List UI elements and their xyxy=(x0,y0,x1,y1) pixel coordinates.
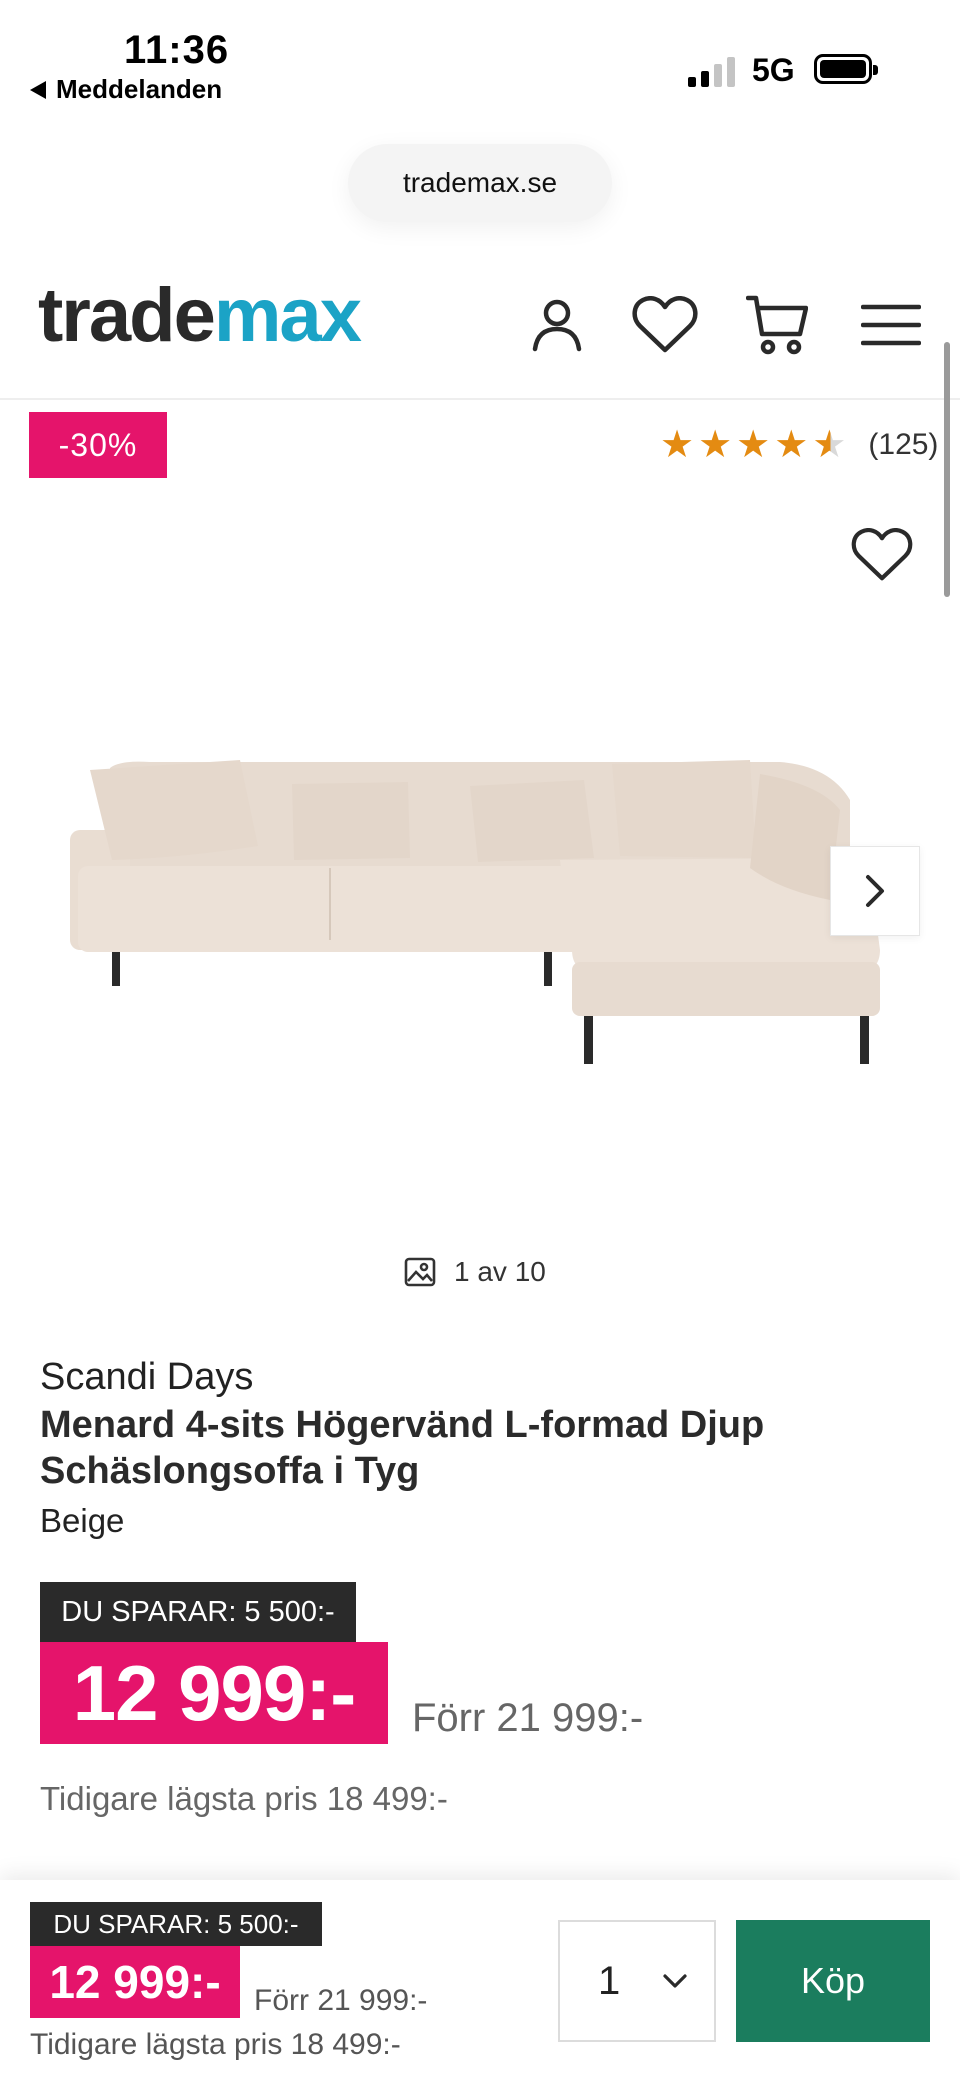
original-price: Förr 21 999:- xyxy=(412,1696,644,1740)
back-triangle-icon xyxy=(30,80,46,99)
lowest-previous-price: Tidigare lägsta pris 18 499:- xyxy=(40,1780,448,1817)
star-full-icon: ★ xyxy=(660,424,695,466)
sofa-pillow xyxy=(90,760,258,860)
image-icon xyxy=(404,1257,436,1287)
chevron-right-icon xyxy=(866,875,884,907)
product-color: Beige xyxy=(40,1502,125,1539)
menu-icon[interactable] xyxy=(856,290,926,360)
quantity-select[interactable]: 1 xyxy=(558,1920,716,2042)
product-image[interactable] xyxy=(60,740,900,1080)
sofa-pillow xyxy=(292,782,410,860)
image-counter[interactable]: 1 av 10 xyxy=(404,1256,546,1288)
signal-icon xyxy=(688,55,735,87)
sticky-savings-tag: DU SPARAR: 5 500:- xyxy=(30,1902,322,1946)
image-counter-label: 1 av 10 xyxy=(454,1256,546,1287)
cart-icon[interactable] xyxy=(742,290,812,360)
network-label: 5G xyxy=(752,52,795,88)
url-text: trademax.se xyxy=(402,167,558,198)
logo-text-trade: trade xyxy=(38,273,216,358)
account-icon[interactable] xyxy=(522,290,592,360)
page-scrollbar[interactable] xyxy=(944,342,950,597)
buy-button[interactable]: Köp xyxy=(736,1920,930,2042)
star-full-icon: ★ xyxy=(774,424,809,466)
rating-count: (125) xyxy=(868,428,939,461)
trademax-logo[interactable]: trademax xyxy=(38,278,362,354)
back-app-label: Meddelanden xyxy=(56,74,223,104)
next-image-button[interactable] xyxy=(830,846,920,936)
star-full-icon: ★ xyxy=(736,424,771,466)
sticky-lowest-price: Tidigare lägsta pris 18 499:- xyxy=(30,2028,401,2061)
sofa-pillow xyxy=(470,780,594,862)
battery-icon xyxy=(814,54,878,84)
rating-summary[interactable]: ★ ★ ★ ★ ★ (125) xyxy=(660,426,938,464)
savings-tag: DU SPARAR: 5 500:- xyxy=(40,1582,356,1642)
sofa-leg xyxy=(860,1012,869,1064)
address-bar[interactable]: trademax.se xyxy=(348,144,612,222)
header-divider xyxy=(0,398,960,400)
sticky-buy-bar: DU SPARAR: 5 500:- 12 999:- Förr 21 999:… xyxy=(0,1880,960,2081)
sofa-seat xyxy=(78,866,598,952)
discount-badge: -30% xyxy=(29,412,167,478)
back-to-app-link[interactable]: Meddelanden xyxy=(30,74,222,105)
heart-icon xyxy=(851,528,913,581)
sale-price: 12 999:- xyxy=(40,1642,388,1744)
sticky-original-price: Förr 21 999:- xyxy=(254,1984,428,2017)
sticky-sale-price: 12 999:- xyxy=(30,1946,240,2018)
product-brand[interactable]: Scandi Days xyxy=(40,1356,253,1399)
add-to-wishlist-button[interactable] xyxy=(846,522,918,588)
sofa-pillow xyxy=(612,760,756,858)
logo-text-max: max xyxy=(213,273,362,358)
chevron-down-icon xyxy=(663,1974,687,1988)
star-half-icon: ★ xyxy=(812,424,847,466)
quantity-value: 1 xyxy=(598,1958,621,2003)
star-full-icon: ★ xyxy=(698,424,733,466)
wishlist-header-icon[interactable] xyxy=(630,290,700,360)
status-time: 11:36 xyxy=(124,28,230,72)
product-title: Menard 4-sits Högervänd L-formad Djup Sc… xyxy=(40,1404,765,1492)
sofa-leg xyxy=(584,1012,593,1064)
